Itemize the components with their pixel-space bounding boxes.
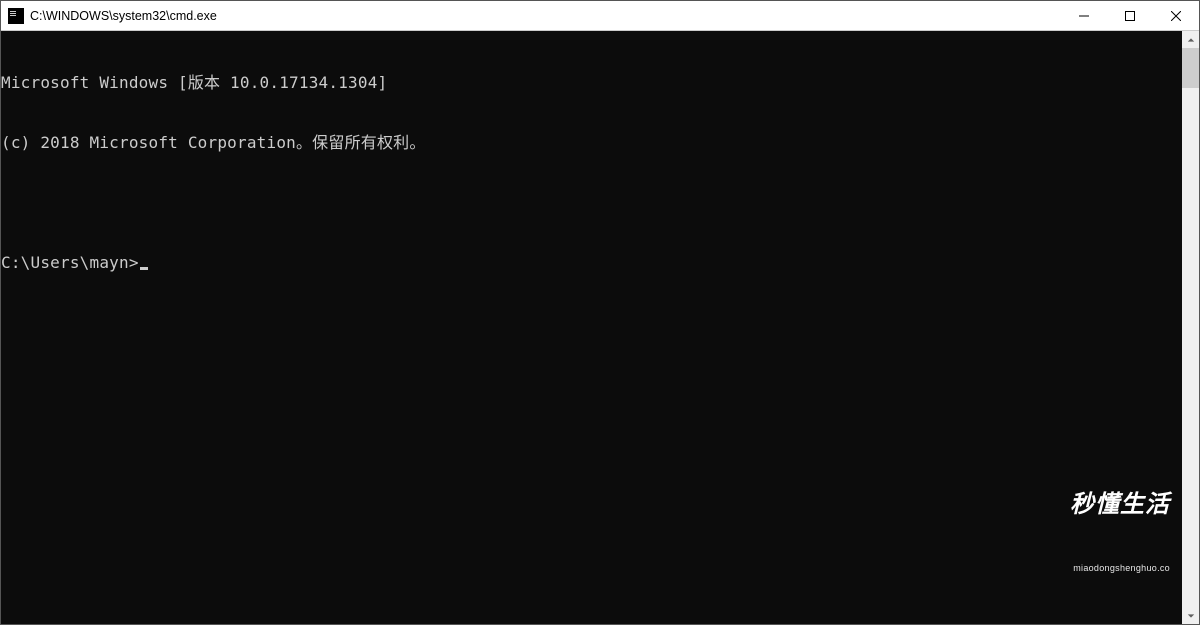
maximize-button[interactable] bbox=[1107, 1, 1153, 30]
prompt-text: C:\Users\mayn> bbox=[1, 253, 139, 272]
minimize-button[interactable] bbox=[1061, 1, 1107, 30]
chevron-down-icon bbox=[1187, 612, 1195, 620]
watermark-title: 秒懂生活 bbox=[1070, 492, 1170, 518]
close-icon bbox=[1171, 11, 1181, 21]
minimize-icon bbox=[1079, 11, 1089, 21]
terminal-line bbox=[1, 193, 1182, 213]
window-title: C:\WINDOWS\system32\cmd.exe bbox=[30, 9, 1061, 23]
terminal-prompt-line: C:\Users\mayn> bbox=[1, 253, 1182, 273]
close-button[interactable] bbox=[1153, 1, 1199, 30]
terminal-line: Microsoft Windows [版本 10.0.17134.1304] bbox=[1, 73, 1182, 93]
scroll-up-button[interactable] bbox=[1182, 31, 1199, 48]
vertical-scrollbar[interactable] bbox=[1182, 31, 1199, 624]
scrollbar-thumb[interactable] bbox=[1182, 48, 1199, 88]
window-body: Microsoft Windows [版本 10.0.17134.1304] (… bbox=[1, 31, 1199, 624]
scrollbar-track[interactable] bbox=[1182, 48, 1199, 607]
watermark-url: miaodongshenghuo.co bbox=[1070, 558, 1170, 578]
window-controls bbox=[1061, 1, 1199, 30]
scroll-down-button[interactable] bbox=[1182, 607, 1199, 624]
maximize-icon bbox=[1125, 11, 1135, 21]
titlebar[interactable]: C:\WINDOWS\system32\cmd.exe bbox=[1, 1, 1199, 31]
watermark: 秒懂生活 miaodongshenghuo.co bbox=[1070, 452, 1170, 618]
terminal-line: (c) 2018 Microsoft Corporation。保留所有权利。 bbox=[1, 133, 1182, 153]
chevron-up-icon bbox=[1187, 36, 1195, 44]
cmd-window: C:\WINDOWS\system32\cmd.exe Microsoft Wi… bbox=[0, 0, 1200, 625]
cursor bbox=[140, 267, 148, 270]
cmd-icon bbox=[8, 8, 24, 24]
terminal-area[interactable]: Microsoft Windows [版本 10.0.17134.1304] (… bbox=[1, 31, 1182, 624]
